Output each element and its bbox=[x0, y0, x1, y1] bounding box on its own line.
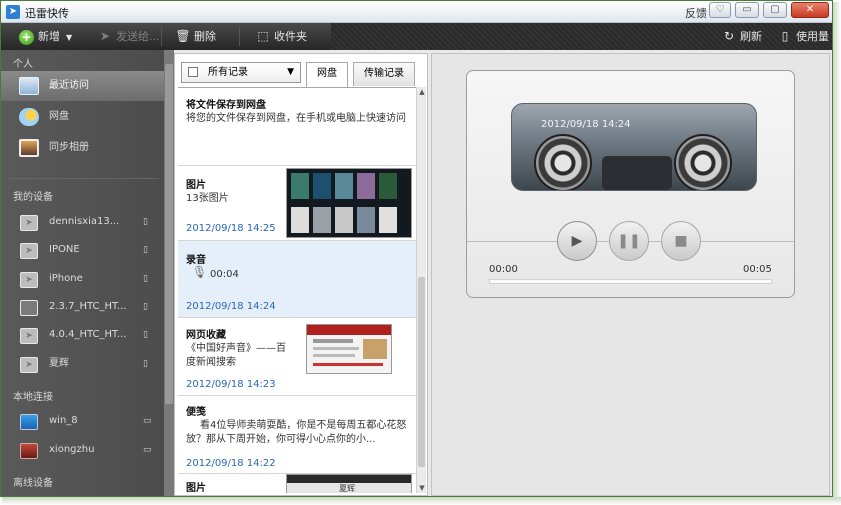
image-thumbnail[interactable] bbox=[286, 168, 412, 238]
list-item[interactable]: 便笺 看4位导师卖萌耍酷，你是不是每周五都心花怒放？那从下周开始，你可得小心点你… bbox=[178, 396, 416, 474]
list-scrollbar[interactable]: ▲ ▼ bbox=[416, 87, 426, 493]
microphone-icon: 🎙 bbox=[192, 265, 208, 279]
section-header-offline: 离线设备 bbox=[13, 478, 53, 489]
cassette-graphic: 2012/09/18 14:24 bbox=[511, 103, 757, 191]
checkbox-icon bbox=[188, 67, 198, 77]
reel-right-icon bbox=[674, 134, 732, 190]
new-button[interactable]: + 新增 ▼ bbox=[19, 28, 72, 45]
settings-button[interactable]: ♡ bbox=[709, 2, 731, 18]
sidebar-item-recent[interactable]: 最近访问 bbox=[1, 71, 164, 101]
scroll-up-icon[interactable]: ▲ bbox=[417, 87, 427, 97]
progress-bar[interactable] bbox=[489, 279, 772, 284]
sidebar-item-device[interactable]: ➤ IPONE ▯ bbox=[1, 235, 164, 265]
inbox-icon: ⬚ bbox=[257, 29, 269, 43]
sidebar-scrollbar[interactable] bbox=[164, 50, 174, 496]
pause-icon: ❚❚ bbox=[617, 233, 641, 249]
list-item-selected[interactable]: 录音 🎙 00:04 2012/09/18 14:24 bbox=[178, 241, 416, 318]
phone-icon: ▯ bbox=[143, 245, 148, 255]
sidebar-item-device[interactable]: ➤ dennisxia13... ▯ bbox=[1, 207, 164, 237]
device-icon: ➤ bbox=[20, 328, 38, 344]
audio-player-panel: 2012/09/18 14:24 ▶ ❚❚ ■ 00:00 00:05 bbox=[431, 53, 830, 496]
stop-button[interactable]: ■ bbox=[661, 221, 701, 261]
close-button[interactable]: ✕ bbox=[791, 2, 829, 18]
device-icon: ➤ bbox=[20, 243, 38, 259]
phone-icon: ▯ bbox=[143, 274, 148, 284]
scroll-down-icon[interactable]: ▼ bbox=[417, 483, 427, 493]
time-end: 00:05 bbox=[743, 264, 772, 275]
refresh-button[interactable]: ↻ 刷新 bbox=[721, 28, 762, 45]
record-list-panel: 所有记录 ▼ 网盘 传输记录 将文件保存到网盘 将您的文件保存到网盘，在手机或电… bbox=[174, 53, 428, 496]
toolbar: + 新增 ▼ ➤ 发送给... 🗑 删除 ⬚ 收件夹 ↻ 刷新 ▯ 使用量 bbox=[1, 23, 832, 50]
title-bar: ➤ 迅雷快传 反馈 ♡ ▭ ▢ ✕ bbox=[1, 1, 832, 23]
sidebar-item-local[interactable]: xiongzhu ▭ bbox=[1, 435, 164, 465]
usage-button[interactable]: ▯ 使用量 bbox=[777, 28, 829, 45]
list-item[interactable]: 网页收藏 《中国好声音》——百度新闻搜索 2012/09/18 14:23 bbox=[178, 318, 416, 396]
app-logo-icon: ➤ bbox=[6, 5, 20, 19]
stop-icon: ■ bbox=[674, 233, 688, 249]
feedback-link[interactable]: 反馈 bbox=[685, 5, 707, 21]
cloud-icon bbox=[19, 108, 39, 126]
minimize-button[interactable]: ▭ bbox=[735, 2, 759, 18]
trash-icon: 🗑 bbox=[175, 29, 191, 43]
time-start: 00:00 bbox=[489, 264, 518, 275]
monitor-icon: ▭ bbox=[143, 416, 152, 426]
record-filter-select[interactable]: 所有记录 ▼ bbox=[181, 62, 301, 83]
device-icon: ➤ bbox=[20, 215, 38, 231]
sidebar-item-cloud[interactable]: 网盘 bbox=[1, 102, 164, 132]
calendar-icon bbox=[19, 77, 39, 95]
sidebar-item-device[interactable]: ➤ iPhone ▯ bbox=[1, 264, 164, 294]
list-item[interactable]: 图片 13张图片 2012/09/18 14:25 bbox=[178, 166, 416, 241]
sidebar-item-local[interactable]: win_8 ▭ bbox=[1, 406, 164, 436]
recording-date: 2012/09/18 14:24 bbox=[541, 119, 631, 130]
phone-icon: ▯ bbox=[143, 217, 148, 227]
phone-icon: ▯ bbox=[143, 359, 148, 369]
section-header-devices: 我的设备 bbox=[13, 192, 53, 203]
image-thumbnail[interactable]: 夏辉 bbox=[286, 474, 412, 493]
send-button[interactable]: ➤ 发送给... bbox=[97, 28, 160, 45]
pause-button[interactable]: ❚❚ bbox=[609, 221, 649, 261]
favorites-button[interactable]: ⬚ 收件夹 bbox=[255, 28, 307, 45]
send-icon: ➤ bbox=[99, 29, 111, 43]
section-header-personal: 个人 bbox=[13, 59, 33, 70]
window-title: 迅雷快传 bbox=[25, 7, 69, 20]
chevron-down-icon: ▼ bbox=[66, 33, 73, 42]
monitor-icon: ▭ bbox=[143, 445, 152, 455]
record-list: 将文件保存到网盘 将您的文件保存到网盘，在手机或电脑上快速访问 图片 13张图片… bbox=[178, 87, 416, 493]
refresh-icon: ↻ bbox=[723, 29, 735, 43]
photo-icon bbox=[19, 139, 39, 157]
maximize-button[interactable]: ▢ bbox=[763, 2, 787, 18]
sidebar-item-device[interactable]: ➤ 夏辉 ▯ bbox=[1, 349, 164, 379]
webpage-thumbnail[interactable] bbox=[306, 324, 392, 374]
tab-transfer-records[interactable]: 传输记录 bbox=[353, 62, 415, 86]
sidebar-item-device[interactable]: ▣ 2.3.7_HTC_HT... ▯ bbox=[1, 292, 164, 322]
sidebar-item-sync-album[interactable]: 同步相册 bbox=[1, 133, 164, 163]
phone-icon: ▯ bbox=[143, 302, 148, 312]
android-device-icon: ▣ bbox=[20, 300, 38, 316]
plus-icon: + bbox=[19, 29, 34, 45]
app-window: ➤ 迅雷快传 反馈 ♡ ▭ ▢ ✕ + 新增 ▼ ➤ 发送给... 🗑 删除 ⬚ 收件夹 … bbox=[0, 0, 833, 497]
section-header-local: 本地连接 bbox=[13, 392, 53, 403]
storage-icon: ▯ bbox=[781, 29, 789, 43]
list-item[interactable]: 图片 夏辉 bbox=[178, 474, 416, 493]
reel-left-icon bbox=[534, 134, 592, 190]
device-icon: ➤ bbox=[20, 357, 38, 373]
sidebar: 个人 最近访问 网盘 同步相册 我的设备 ➤ dennisxia13... ▯ … bbox=[1, 50, 164, 496]
play-button[interactable]: ▶ bbox=[557, 221, 597, 261]
phone-icon: ▯ bbox=[143, 330, 148, 340]
delete-button[interactable]: 🗑 删除 bbox=[175, 28, 216, 45]
chevron-down-icon: ▼ bbox=[287, 67, 294, 77]
play-icon: ▶ bbox=[571, 233, 583, 249]
device-icon: ➤ bbox=[20, 272, 38, 288]
windows-icon bbox=[20, 414, 38, 430]
tab-cloud[interactable]: 网盘 bbox=[306, 62, 348, 87]
list-item[interactable]: 将文件保存到网盘 将您的文件保存到网盘，在手机或电脑上快速访问 bbox=[178, 88, 416, 166]
avatar-icon bbox=[20, 443, 38, 459]
player-box: 2012/09/18 14:24 ▶ ❚❚ ■ 00:00 00:05 bbox=[466, 70, 795, 298]
sidebar-item-device[interactable]: ➤ 4.0.4_HTC_HT... ▯ bbox=[1, 320, 164, 350]
